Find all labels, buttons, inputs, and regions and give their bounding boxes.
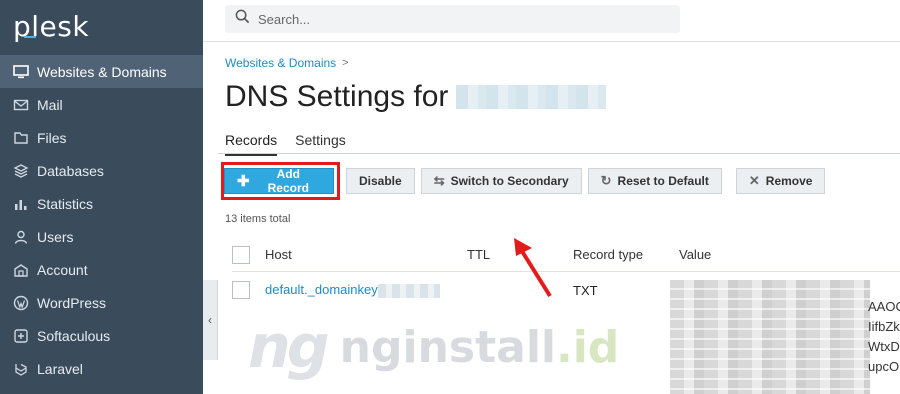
chevron-left-icon: ‹ xyxy=(208,313,212,327)
logo-accent xyxy=(24,36,36,38)
sidebar-item-label: Account xyxy=(37,261,88,278)
sidebar-item-label: Mail xyxy=(37,96,63,113)
switch-label: Switch to Secondary xyxy=(450,174,569,188)
account-icon xyxy=(13,262,29,278)
watermark-tld: .id xyxy=(555,321,620,373)
sidebar-item-label: Websites & Domains xyxy=(37,63,167,80)
toolbar: ✚ Add Record Disable ⇆ Switch to Seconda… xyxy=(221,162,831,200)
sidebar-item-websites-domains[interactable]: Websites & Domains xyxy=(0,55,203,88)
mail-icon xyxy=(13,97,29,113)
watermark-logo: ng xyxy=(248,312,330,382)
bar-chart-icon xyxy=(13,196,29,212)
sidebar-item-label: Laravel xyxy=(37,360,83,377)
nginstall-watermark: ng nginstall.id xyxy=(248,312,619,382)
reset-to-default-button[interactable]: ↻ Reset to Default xyxy=(587,168,722,194)
softaculous-icon xyxy=(13,328,29,344)
breadcrumb: Websites & Domains > xyxy=(225,56,349,70)
sidebar-item-label: Users xyxy=(37,228,74,245)
remove-button[interactable]: ✕ Remove xyxy=(735,168,826,194)
tabs-divider xyxy=(218,153,900,154)
user-icon xyxy=(13,229,29,245)
sidebar-item-account[interactable]: Account xyxy=(0,253,203,286)
value-fragment: AAOC xyxy=(868,299,900,314)
watermark-text: nginstall.id xyxy=(340,322,620,373)
add-record-wrapper: ✚ Add Record xyxy=(221,162,340,200)
sidebar-item-softaculous[interactable]: Softaculous xyxy=(0,319,203,352)
monitor-icon xyxy=(13,64,29,80)
search-icon xyxy=(235,9,250,29)
sidebar-item-label: WordPress xyxy=(37,294,106,311)
search-input[interactable] xyxy=(258,11,658,27)
disable-button[interactable]: Disable xyxy=(346,168,415,194)
switch-to-secondary-button[interactable]: ⇆ Switch to Secondary xyxy=(420,168,582,194)
reset-icon: ↻ xyxy=(600,173,612,188)
select-all-checkbox[interactable] xyxy=(232,245,250,264)
annotation-arrow-icon xyxy=(514,238,552,298)
sidebar: plesk Websites & Domains Mail Files Data… xyxy=(0,0,203,394)
sidebar-item-statistics[interactable]: Statistics xyxy=(0,187,203,220)
main-content: Websites & Domains > DNS Settings for Re… xyxy=(218,42,900,394)
search-box[interactable] xyxy=(225,5,680,33)
reset-label: Reset to Default xyxy=(617,174,709,188)
sidebar-item-label: Softaculous xyxy=(37,327,111,344)
chevron-right-icon: > xyxy=(342,57,349,69)
host-link[interactable]: default._domainkey xyxy=(265,282,378,297)
close-icon: ✕ xyxy=(748,173,760,188)
database-icon xyxy=(13,163,29,179)
sidebar-item-files[interactable]: Files xyxy=(0,121,203,154)
sidebar-item-label: Statistics xyxy=(37,195,94,212)
plesk-logo[interactable]: plesk xyxy=(13,10,89,43)
value-fragment: upcO xyxy=(868,359,900,374)
sidebar-item-users[interactable]: Users xyxy=(0,220,203,253)
disable-label: Disable xyxy=(359,174,402,188)
sidebar-nav: Websites & Domains Mail Files Databases … xyxy=(0,55,203,385)
column-header-host[interactable]: Host xyxy=(265,247,467,262)
redacted-domain xyxy=(456,85,607,109)
column-header-value[interactable]: Value xyxy=(679,247,711,262)
wordpress-icon xyxy=(13,295,29,311)
value-fragment: IifbZk xyxy=(868,319,900,334)
remove-label: Remove xyxy=(765,174,813,188)
page-title: DNS Settings for xyxy=(225,80,607,114)
redacted-host xyxy=(377,283,440,298)
host-cell: default._domainkey xyxy=(265,282,467,298)
sidebar-item-label: Files xyxy=(37,129,67,146)
table-header-row: Host TTL Record type Value xyxy=(232,238,900,272)
items-count: 13 items total xyxy=(225,213,291,225)
page-title-text: DNS Settings for xyxy=(225,80,449,113)
record-type-cell: TXT xyxy=(573,282,598,298)
value-fragment: WtxD xyxy=(868,339,900,354)
sidebar-item-mail[interactable]: Mail xyxy=(0,88,203,121)
watermark-name: nginstall xyxy=(339,321,556,373)
annotation-highlight-box xyxy=(221,162,340,200)
sidebar-item-databases[interactable]: Databases xyxy=(0,154,203,187)
folder-icon xyxy=(13,130,29,146)
breadcrumb-websites-domains[interactable]: Websites & Domains xyxy=(225,56,336,70)
sidebar-item-label: Databases xyxy=(37,162,104,179)
top-bar xyxy=(203,0,900,42)
sidebar-item-wordpress[interactable]: WordPress xyxy=(0,286,203,319)
switch-icon: ⇆ xyxy=(433,173,445,188)
column-header-record-type[interactable]: Record type xyxy=(573,247,679,262)
redacted-value xyxy=(670,280,870,394)
laravel-icon xyxy=(13,361,29,377)
sidebar-item-laravel[interactable]: Laravel xyxy=(0,352,203,385)
sidebar-collapse-toggle[interactable]: ‹ xyxy=(203,280,218,360)
row-checkbox[interactable] xyxy=(232,281,250,299)
